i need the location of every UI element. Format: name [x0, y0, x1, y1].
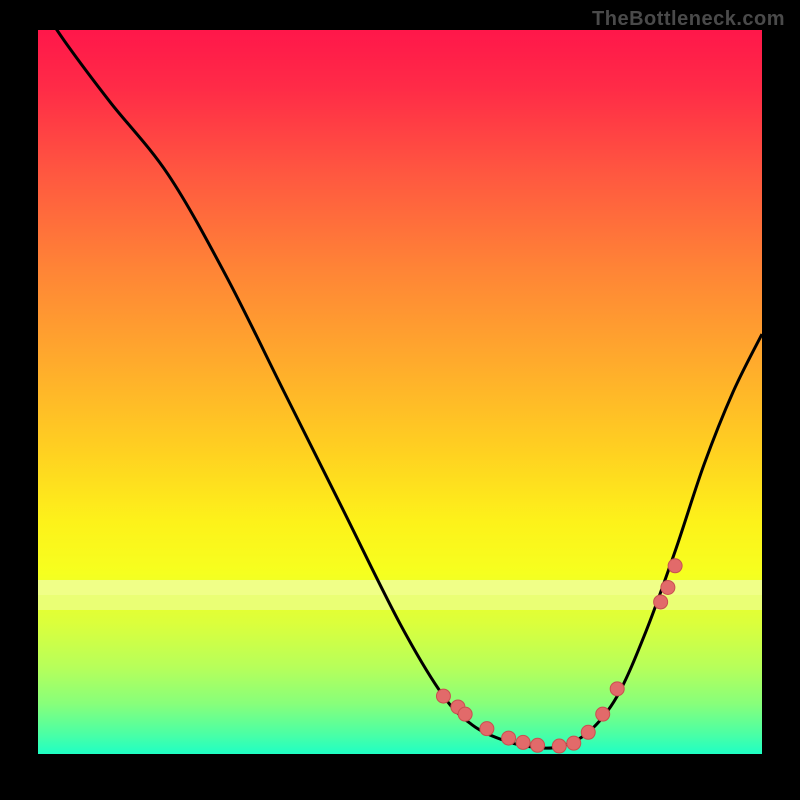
scatter-dot — [502, 731, 516, 745]
scatter-dot — [552, 739, 566, 753]
scatter-dot — [567, 736, 581, 750]
scatter-dot — [596, 707, 610, 721]
scatter-dot — [458, 707, 472, 721]
plot-svg — [38, 30, 762, 754]
bottleneck-curve — [38, 1, 762, 748]
scatter-dot — [436, 689, 450, 703]
chart-frame — [38, 30, 762, 754]
scatter-dot — [654, 595, 668, 609]
scatter-dot — [610, 682, 624, 696]
scatter-dot — [581, 725, 595, 739]
scatter-dot — [668, 559, 682, 573]
scatter-dot — [661, 580, 675, 594]
scatter-dot — [531, 738, 545, 752]
scatter-dot — [480, 722, 494, 736]
attribution-label: TheBottleneck.com — [592, 8, 785, 31]
scatter-dot — [516, 735, 530, 749]
